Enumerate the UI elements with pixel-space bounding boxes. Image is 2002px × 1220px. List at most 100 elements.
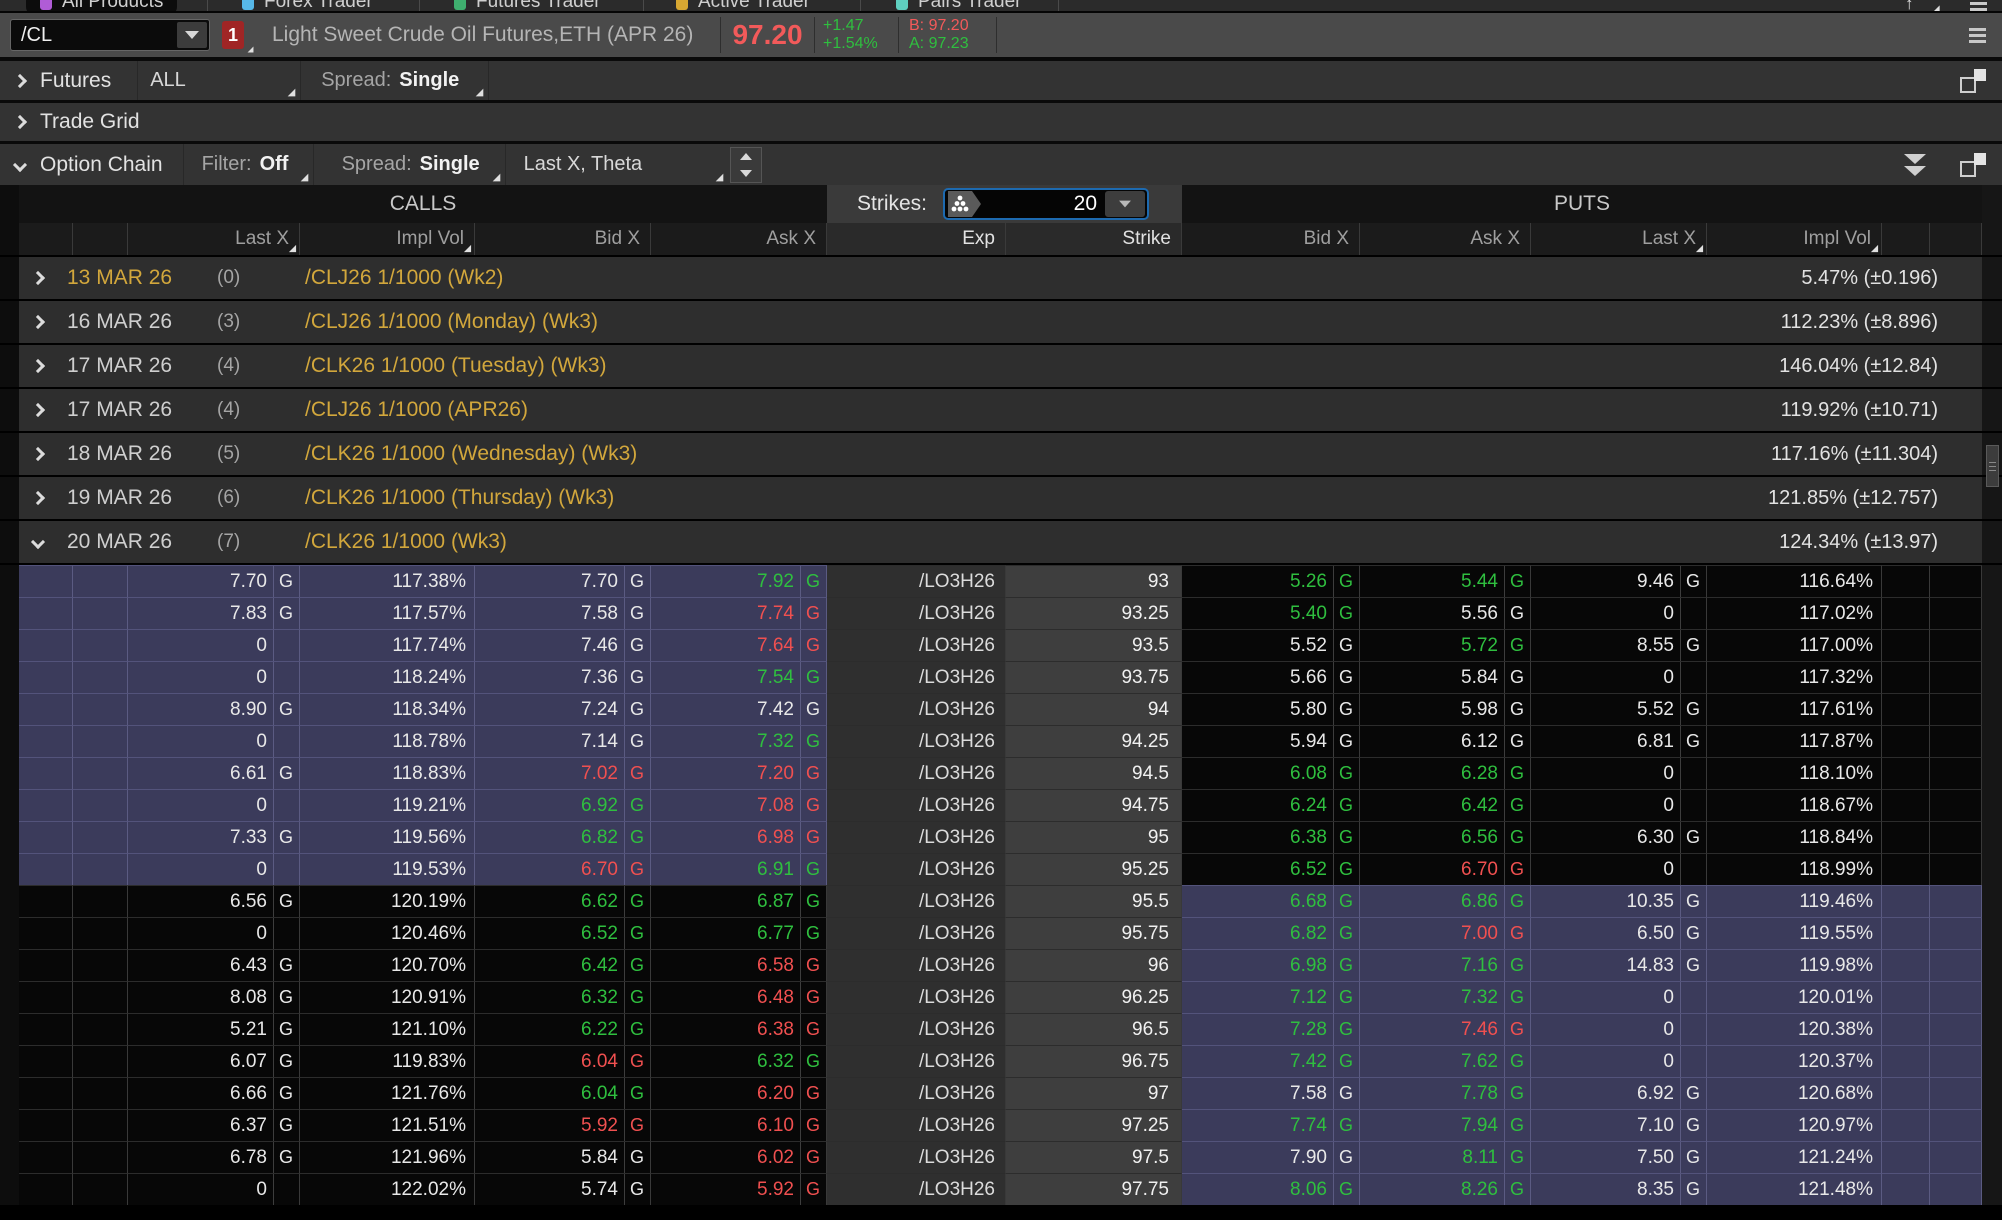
- call-ask-cell[interactable]: 6.02G: [651, 1141, 827, 1173]
- put-ask-cell[interactable]: 7.00G: [1360, 917, 1531, 949]
- layout-dropdown[interactable]: Last X, Theta: [505, 144, 728, 185]
- call-last-cell[interactable]: 0: [128, 1173, 300, 1205]
- col-header-calls-last[interactable]: Last X: [128, 223, 300, 255]
- tab-menu-icon[interactable]: [1970, 2, 1987, 13]
- put-last-cell[interactable]: 8.55G: [1531, 629, 1707, 661]
- tab-futures-trader[interactable]: Futures Trader: [440, 0, 615, 13]
- futures-expander[interactable]: [0, 76, 40, 86]
- scrollbar-track[interactable]: [1982, 565, 2002, 597]
- layout-spinner[interactable]: [730, 147, 762, 183]
- scrollbar-track[interactable]: [1982, 521, 2002, 563]
- put-bid-cell[interactable]: 5.66G: [1182, 661, 1360, 693]
- strikes-selector[interactable]: 20: [943, 188, 1149, 220]
- call-last-cell[interactable]: 0: [128, 661, 300, 693]
- put-ask-cell[interactable]: 6.56G: [1360, 821, 1531, 853]
- scrollbar-track[interactable]: [1982, 1013, 2002, 1045]
- put-bid-cell[interactable]: 5.26G: [1182, 565, 1360, 597]
- put-ask-cell[interactable]: 7.78G: [1360, 1077, 1531, 1109]
- scrollbar-track[interactable]: [1982, 223, 2002, 255]
- call-bid-cell[interactable]: 7.58G: [475, 597, 651, 629]
- call-ask-cell[interactable]: 6.98G: [651, 821, 827, 853]
- call-ask-cell[interactable]: 7.20G: [651, 757, 827, 789]
- call-bid-cell[interactable]: 6.04G: [475, 1077, 651, 1109]
- call-bid-cell[interactable]: 6.62G: [475, 885, 651, 917]
- put-last-cell[interactable]: 9.46G: [1531, 565, 1707, 597]
- col-header-puts-last[interactable]: Last X: [1531, 223, 1707, 255]
- call-ask-cell[interactable]: 7.08G: [651, 789, 827, 821]
- call-last-cell[interactable]: 5.21G: [128, 1013, 300, 1045]
- call-bid-cell[interactable]: 5.74G: [475, 1173, 651, 1205]
- call-bid-cell[interactable]: 7.14G: [475, 725, 651, 757]
- expiration-row[interactable]: 18 MAR 26(5)/CLK26 1/1000 (Wednesday) (W…: [0, 433, 2002, 475]
- call-bid-cell[interactable]: 7.70G: [475, 565, 651, 597]
- call-ask-cell[interactable]: 7.54G: [651, 661, 827, 693]
- call-ask-cell[interactable]: 7.74G: [651, 597, 827, 629]
- call-bid-cell[interactable]: 6.70G: [475, 853, 651, 885]
- futures-filter-dropdown[interactable]: ALL: [137, 61, 300, 100]
- scrollbar-track[interactable]: [1982, 301, 2002, 343]
- scrollbar-track[interactable]: [1982, 597, 2002, 629]
- call-bid-cell[interactable]: 7.02G: [475, 757, 651, 789]
- put-last-cell[interactable]: 7.10G: [1531, 1109, 1707, 1141]
- tab-pairs-trader[interactable]: Pairs Trader: [882, 0, 1035, 13]
- put-ask-cell[interactable]: 7.32G: [1360, 981, 1531, 1013]
- call-last-cell[interactable]: 6.56G: [128, 885, 300, 917]
- put-ask-cell[interactable]: 5.84G: [1360, 661, 1531, 693]
- call-last-cell[interactable]: 0: [128, 917, 300, 949]
- put-ask-cell[interactable]: 6.28G: [1360, 757, 1531, 789]
- put-ask-cell[interactable]: 6.42G: [1360, 789, 1531, 821]
- call-ask-cell[interactable]: 5.92G: [651, 1173, 827, 1205]
- scrollbar-track[interactable]: [1982, 725, 2002, 757]
- scrollbar-track[interactable]: [1982, 1109, 2002, 1141]
- call-bid-cell[interactable]: 5.92G: [475, 1109, 651, 1141]
- detach-window-icon[interactable]: [1960, 153, 1986, 177]
- put-last-cell[interactable]: 6.81G: [1531, 725, 1707, 757]
- call-ask-cell[interactable]: 6.20G: [651, 1077, 827, 1109]
- call-bid-cell[interactable]: 6.32G: [475, 981, 651, 1013]
- call-last-cell[interactable]: 6.61G: [128, 757, 300, 789]
- call-ask-cell[interactable]: 7.42G: [651, 693, 827, 725]
- scrollbar-track[interactable]: [1982, 853, 2002, 885]
- scrollbar-track[interactable]: [1982, 789, 2002, 821]
- call-last-cell[interactable]: 6.07G: [128, 1045, 300, 1077]
- put-bid-cell[interactable]: 6.52G: [1182, 853, 1360, 885]
- put-last-cell[interactable]: 6.30G: [1531, 821, 1707, 853]
- col-header-calls-implvol[interactable]: Impl Vol: [300, 223, 475, 255]
- call-last-cell[interactable]: 6.43G: [128, 949, 300, 981]
- filter-dropdown[interactable]: Filter: Off: [183, 144, 313, 185]
- spinner-down-button[interactable]: [731, 165, 761, 182]
- call-ask-cell[interactable]: 6.38G: [651, 1013, 827, 1045]
- put-last-cell[interactable]: 14.83G: [1531, 949, 1707, 981]
- put-ask-cell[interactable]: 7.94G: [1360, 1109, 1531, 1141]
- call-ask-cell[interactable]: 6.87G: [651, 885, 827, 917]
- put-bid-cell[interactable]: 6.38G: [1182, 821, 1360, 853]
- put-last-cell[interactable]: 0: [1531, 661, 1707, 693]
- call-bid-cell[interactable]: 6.82G: [475, 821, 651, 853]
- call-ask-cell[interactable]: 6.77G: [651, 917, 827, 949]
- tab-active-trader[interactable]: Active Trader: [662, 0, 824, 13]
- call-ask-cell[interactable]: 6.48G: [651, 981, 827, 1013]
- call-bid-cell[interactable]: 5.84G: [475, 1141, 651, 1173]
- scrollbar-track[interactable]: [1982, 981, 2002, 1013]
- put-last-cell[interactable]: 5.52G: [1531, 693, 1707, 725]
- put-bid-cell[interactable]: 5.94G: [1182, 725, 1360, 757]
- scrollbar-track[interactable]: [1982, 1141, 2002, 1173]
- put-last-cell[interactable]: 0: [1531, 597, 1707, 629]
- link-badge[interactable]: 1: [222, 21, 244, 49]
- put-last-cell[interactable]: 0: [1531, 757, 1707, 789]
- scrollbar-track[interactable]: [1982, 661, 2002, 693]
- put-bid-cell[interactable]: 7.74G: [1182, 1109, 1360, 1141]
- scrollbar-track[interactable]: [1982, 1173, 2002, 1205]
- scrollbar-track[interactable]: [1982, 257, 2002, 299]
- call-ask-cell[interactable]: 6.91G: [651, 853, 827, 885]
- put-last-cell[interactable]: 8.35G: [1531, 1173, 1707, 1205]
- expiration-row[interactable]: 20 MAR 26(7)/CLK26 1/1000 (Wk3)124.34% (…: [0, 521, 2002, 563]
- call-bid-cell[interactable]: 6.04G: [475, 1045, 651, 1077]
- tab-forex-trader[interactable]: Forex Trader: [228, 0, 387, 13]
- call-ask-cell[interactable]: 7.64G: [651, 629, 827, 661]
- scrollbar-track[interactable]: [1982, 821, 2002, 853]
- option-chain-expander[interactable]: [0, 160, 40, 170]
- put-last-cell[interactable]: 6.50G: [1531, 917, 1707, 949]
- trade-grid-expander[interactable]: [0, 117, 40, 127]
- call-bid-cell[interactable]: 7.46G: [475, 629, 651, 661]
